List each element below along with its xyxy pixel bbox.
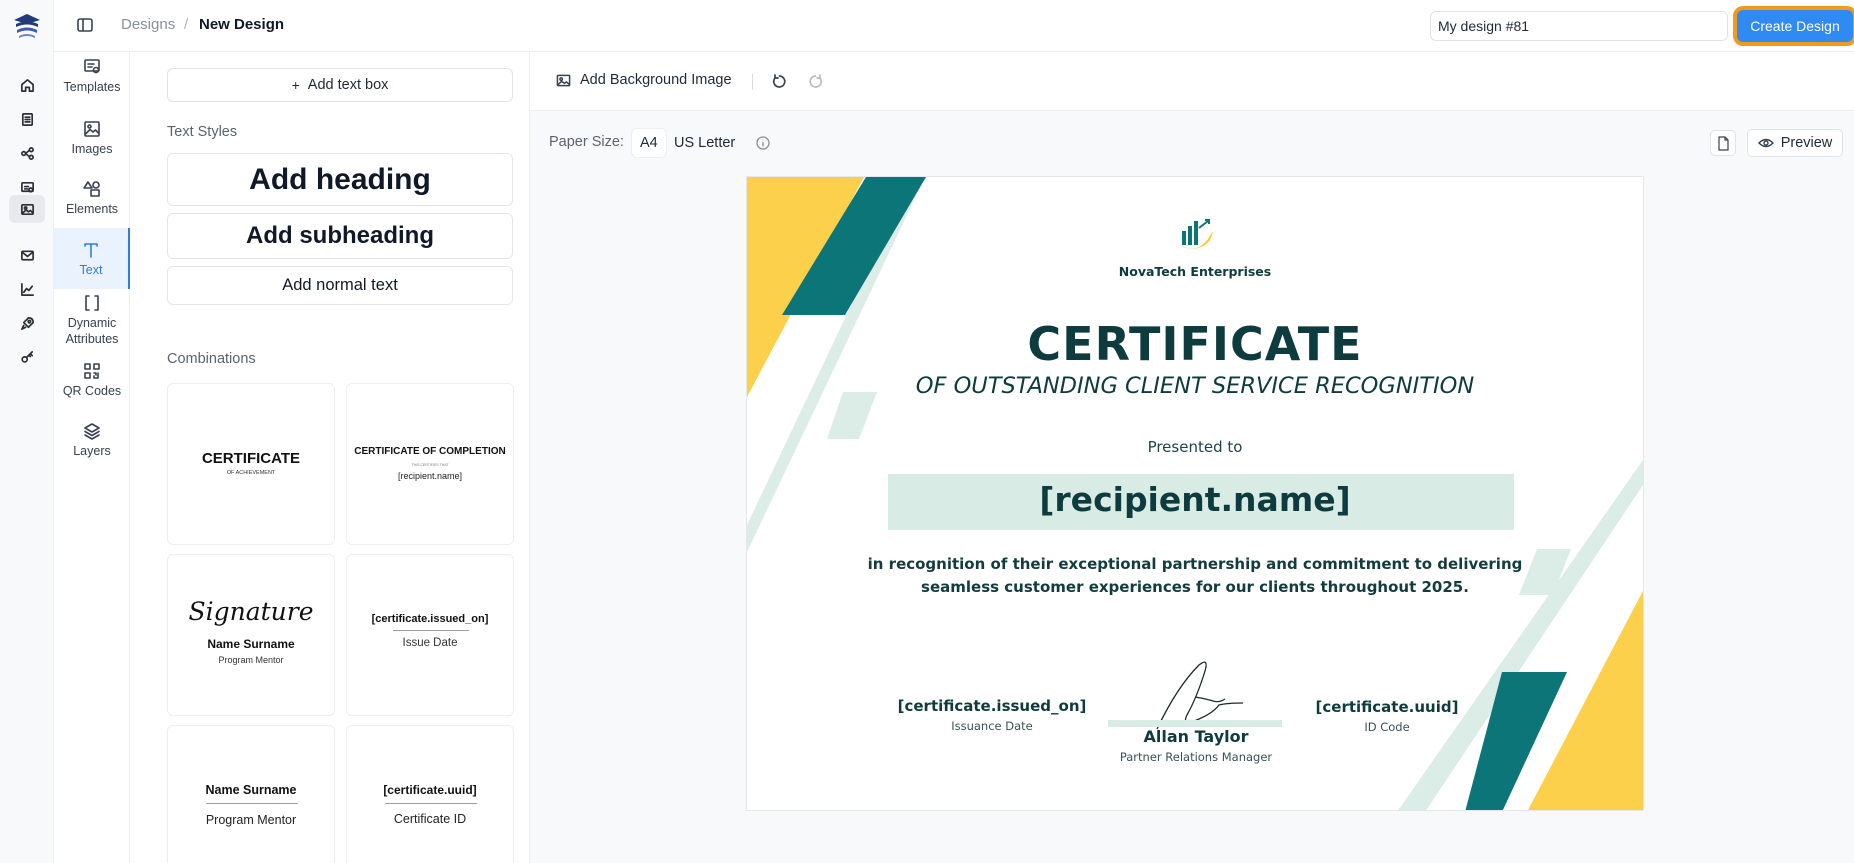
id-code-label: ID Code: [1364, 720, 1410, 734]
tool-templates[interactable]: Templates: [54, 58, 130, 118]
combination-certificate-id[interactable]: [certificate.uuid] Certificate ID: [346, 725, 514, 863]
tool-layers[interactable]: Layers: [54, 422, 130, 472]
templates-icon: [84, 59, 100, 74]
add-heading-button[interactable]: Add heading: [167, 153, 513, 206]
add-normal-text-button[interactable]: Add normal text: [167, 266, 513, 305]
rocket-icon[interactable]: [14, 310, 40, 336]
undo-icon[interactable]: [771, 73, 788, 90]
export-pdf-button[interactable]: [1710, 130, 1736, 156]
breadcrumb-designs[interactable]: Designs: [121, 16, 175, 33]
tool-column: Templates Images Elements Text Dynamic A…: [54, 52, 130, 863]
home-icon[interactable]: [14, 72, 40, 98]
text-styles-title: Text Styles: [167, 124, 238, 140]
add-subheading-button[interactable]: Add subheading: [167, 213, 513, 259]
key-icon[interactable]: [14, 344, 40, 370]
paper-size-a4[interactable]: A4: [632, 129, 666, 157]
layers-icon: [84, 423, 100, 440]
signature-line: [1108, 720, 1282, 727]
qr-icon: [84, 363, 100, 379]
uuid-block: [certificate.uuid] ID Code: [1267, 698, 1507, 734]
paper-size-us-letter[interactable]: US Letter: [666, 129, 743, 157]
pdf-icon: [1718, 135, 1729, 151]
eye-icon: [1757, 138, 1774, 148]
certificate-title: CERTIFICATE: [1027, 317, 1363, 371]
uuid-attribute: [certificate.uuid]: [1315, 698, 1459, 716]
combination-name-role[interactable]: Name Surname Program Mentor: [167, 725, 335, 863]
document-icon[interactable]: [14, 106, 40, 132]
toolbar-divider: [752, 74, 753, 90]
company-name: NovaTech Enterprises: [1118, 264, 1272, 279]
company-logo-icon: [1181, 219, 1213, 249]
preview-button[interactable]: Preview: [1747, 129, 1843, 157]
add-background-image-button[interactable]: Add Background Image: [556, 72, 732, 88]
sidebar-toggle-icon[interactable]: [76, 17, 94, 33]
presented-to-label: Presented to: [1147, 438, 1243, 456]
issued-on-attribute: [certificate.issued_on]: [897, 697, 1087, 715]
recognition-line-2: seamless customer experiences for our cl…: [921, 578, 1469, 596]
divider: [385, 803, 477, 804]
elements-icon: [83, 181, 100, 197]
text-icon: [84, 243, 98, 258]
redo-icon[interactable]: [807, 73, 824, 90]
canvas-toolbar: Add Background Image: [530, 52, 1854, 111]
tool-images[interactable]: Images: [54, 120, 130, 180]
recipient-name: [recipient.name]: [1039, 480, 1351, 519]
combination-issue-date[interactable]: [certificate.issued_on] Issue Date: [346, 554, 514, 716]
create-design-highlight: Create Design: [1733, 6, 1854, 46]
top-bar: Designs / New Design Create Design: [54, 0, 1854, 52]
text-panel: + Add text box Text Styles Add heading A…: [130, 52, 530, 863]
app-logo-icon[interactable]: [12, 12, 42, 40]
paper-size-label: Paper Size:: [549, 134, 624, 150]
tool-text[interactable]: Text: [54, 228, 130, 289]
combination-signature[interactable]: Signature Name Surname Program Mentor: [167, 554, 335, 716]
tool-qr-codes[interactable]: QR Codes: [54, 362, 130, 412]
combination-certificate-achievement[interactable]: CERTIFICATE OF ACHIEVEMENT: [167, 383, 335, 545]
divider: [393, 630, 469, 631]
combination-certificate-completion[interactable]: CERTIFICATE OF COMPLETION THIS CERTIFIES…: [346, 383, 514, 545]
chart-icon[interactable]: [14, 276, 40, 302]
signer-role: Partner Relations Manager: [1119, 750, 1273, 764]
info-icon[interactable]: [756, 136, 770, 150]
images-icon: [84, 121, 100, 137]
brackets-icon: [85, 295, 99, 311]
image-icon[interactable]: [9, 195, 45, 223]
add-text-box-button[interactable]: + Add text box: [167, 68, 513, 102]
combinations-title: Combinations: [167, 351, 256, 367]
create-design-button[interactable]: Create Design: [1737, 10, 1853, 42]
divider: [206, 803, 298, 804]
breadcrumb-current: New Design: [199, 16, 285, 33]
recognition-line-1: in recognition of their exceptional part…: [867, 555, 1523, 573]
mail-icon[interactable]: [14, 242, 40, 268]
breadcrumb-separator: /: [184, 16, 189, 33]
app-rail: [0, 0, 54, 863]
certificate-subtitle: OF OUTSTANDING CLIENT SERVICE RECOGNITIO…: [915, 373, 1475, 399]
plus-icon: +: [291, 77, 300, 93]
flow-icon[interactable]: [14, 140, 40, 166]
tool-dynamic-attributes[interactable]: Dynamic Attributes: [54, 294, 130, 350]
certificate-canvas[interactable]: NovaTech Enterprises CERTIFICATE OF OUTS…: [746, 176, 1644, 811]
design-name-input[interactable]: [1430, 11, 1728, 41]
image-icon: [556, 74, 571, 86]
